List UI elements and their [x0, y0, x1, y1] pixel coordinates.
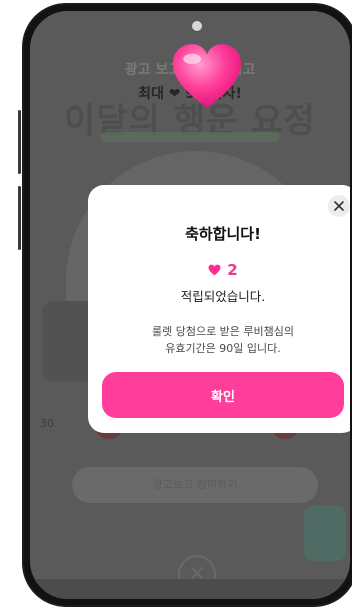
floating-badge — [304, 505, 346, 561]
validity-notice-line-2: 유효기간은 90일 입니다. — [165, 342, 281, 355]
reward-message: 적립되었습니다. — [180, 289, 266, 304]
reward-modal: 축하합니다! 2 적립되었습니다. 룰렛 당첨으로 받은 루비챔심의 유효기간은… — [88, 185, 350, 433]
validity-notice: 룰렛 당첨으로 받은 루비챔심의 유효기간은 90일 입니다. — [108, 323, 338, 357]
confirm-button[interactable]: 확인 — [102, 372, 344, 418]
side-label: 30 — [40, 417, 54, 430]
floating-heart-icon — [172, 44, 242, 108]
reward-amount: 2 — [88, 261, 350, 279]
phone-side-button-upper — [18, 110, 21, 174]
validity-notice-line-1: 룰렛 당첨으로 받은 루비챔심의 — [151, 325, 295, 338]
close-icon — [334, 201, 344, 211]
phone-screen: 광고 보고 룰렛 돌리고 최대 ❤ 90 받자! 이달의 행운 요정 30 광고… — [30, 11, 350, 599]
promo-subline — [100, 132, 280, 142]
heart-icon — [208, 264, 221, 276]
reward-count: 2 — [227, 261, 238, 279]
camera-dot — [192, 21, 202, 31]
modal-title: 축하합니다! — [185, 225, 261, 243]
watch-ad-button: 광고보고 참여하기 — [72, 467, 318, 503]
bottom-tab-bar — [30, 579, 350, 599]
phone-side-button-lower — [18, 186, 21, 250]
modal-close-button[interactable] — [328, 195, 350, 217]
phone-frame: 광고 보고 룰렛 돌리고 최대 ❤ 90 받자! 이달의 행운 요정 30 광고… — [22, 3, 352, 607]
